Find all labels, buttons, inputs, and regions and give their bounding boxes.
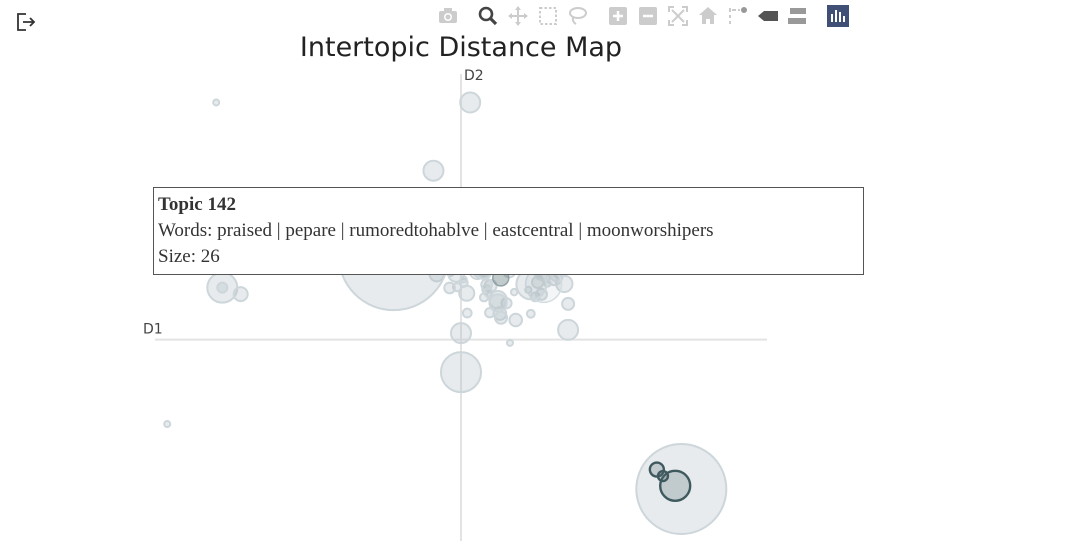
tooltip-size: Size: 26 <box>158 246 220 267</box>
cluster-point[interactable] <box>459 275 468 284</box>
topic-point[interactable] <box>212 98 221 107</box>
y-axis-label: D2 <box>464 68 484 84</box>
topic-point[interactable] <box>656 469 670 483</box>
topic-point[interactable] <box>557 318 580 341</box>
topic-point[interactable] <box>232 286 249 303</box>
topic-point[interactable] <box>422 159 445 182</box>
hover-tooltip: Topic 142 Words: praised | pepare | rumo… <box>153 187 864 275</box>
topic-point[interactable] <box>459 91 482 114</box>
topic-point[interactable] <box>505 338 514 347</box>
cluster-point[interactable] <box>508 312 524 328</box>
cluster-point[interactable] <box>443 281 456 295</box>
topic-point[interactable] <box>450 322 472 345</box>
topic-point[interactable] <box>561 296 576 311</box>
x-axis-label: D1 <box>143 322 163 338</box>
cluster-point[interactable] <box>461 307 473 319</box>
topic-point[interactable] <box>440 351 482 394</box>
topic-point[interactable] <box>163 420 172 429</box>
tooltip-title: Topic 142 <box>158 194 236 215</box>
cluster-point[interactable] <box>484 307 496 319</box>
cluster-point[interactable] <box>525 308 536 319</box>
cluster-point[interactable] <box>494 310 509 325</box>
cluster-point[interactable] <box>483 287 494 298</box>
topic-point[interactable] <box>216 281 229 294</box>
tooltip-words: Words: praised | pepare | rumoredtohablv… <box>158 220 714 241</box>
cluster-point[interactable] <box>458 284 476 302</box>
